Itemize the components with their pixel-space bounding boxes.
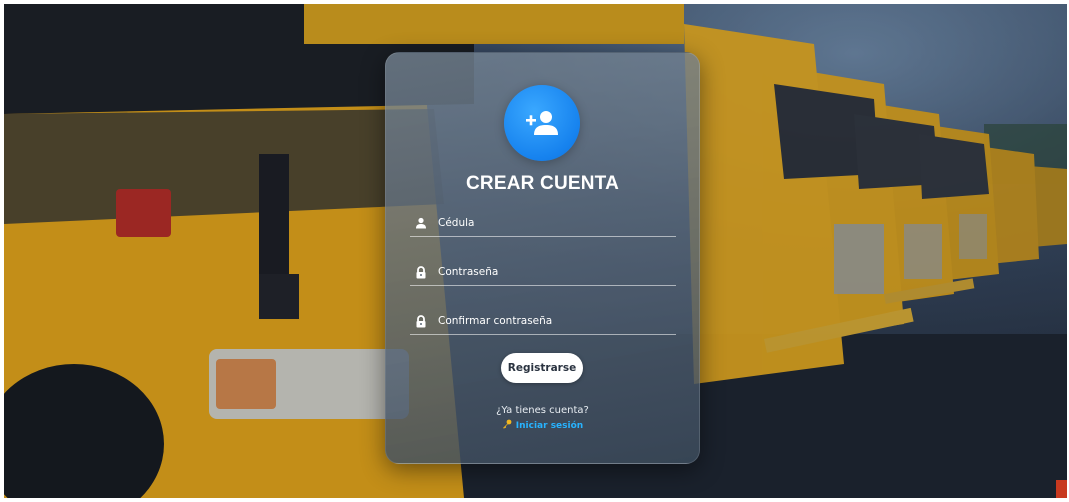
- corner-widget[interactable]: [1056, 480, 1067, 498]
- app-viewport: CREAR CUENTA Registrarse ¿Ya tienes cuen…: [4, 4, 1067, 498]
- register-button[interactable]: Registrarse: [501, 353, 583, 383]
- cedula-input[interactable]: [438, 217, 668, 229]
- page-title: CREAR CUENTA: [466, 173, 619, 194]
- password-input[interactable]: [438, 266, 668, 278]
- password-field: [410, 259, 676, 286]
- lock-icon: [414, 265, 428, 279]
- lock-icon: [414, 314, 428, 328]
- have-account-text: ¿Ya tienes cuenta?: [496, 405, 589, 416]
- login-link-label[interactable]: Iniciar sesión: [516, 421, 583, 431]
- key-icon: [502, 419, 512, 432]
- confirm-password-input[interactable]: [438, 315, 668, 327]
- register-card: CREAR CUENTA Registrarse ¿Ya tienes cuen…: [385, 52, 700, 464]
- user-icon: [414, 216, 428, 230]
- person-add-icon: [504, 85, 580, 161]
- cedula-field: [410, 210, 676, 237]
- login-link[interactable]: Iniciar sesión: [386, 419, 699, 432]
- person-add-glyph: [526, 111, 558, 135]
- confirm-password-field: [410, 308, 676, 335]
